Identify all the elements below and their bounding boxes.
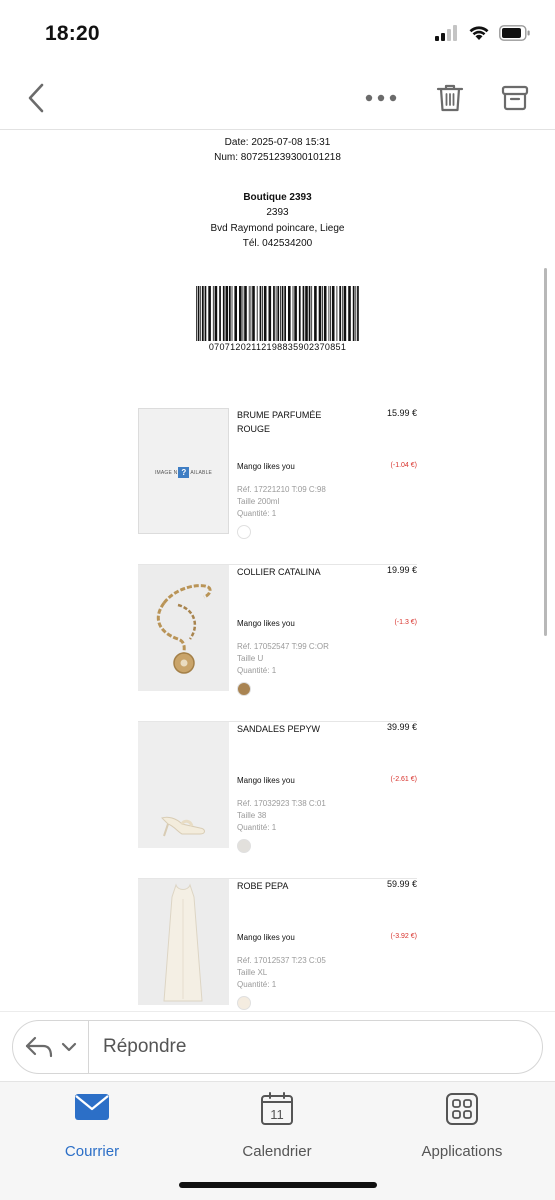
placeholder-text: IMAGE N <box>154 469 178 476</box>
item-name: ROBE PEPA <box>237 881 289 891</box>
tab-applications[interactable]: Applications <box>392 1092 532 1162</box>
status-time: 18:20 <box>45 22 100 45</box>
color-swatch <box>237 996 251 1010</box>
item-price: 39.99 € <box>386 722 417 732</box>
reply-icon <box>25 1036 52 1058</box>
item-size: Taille U <box>237 654 264 663</box>
store-address: Bvd Raymond poincare, Liege <box>210 223 345 234</box>
item-price: 15.99 € <box>386 408 417 418</box>
mail-icon <box>75 1094 109 1120</box>
color-swatch <box>237 682 251 696</box>
order-item: SANDALES PEPYW 39.99 € Mango likes you (… <box>138 722 417 879</box>
placeholder-text: AILABLE <box>190 469 213 476</box>
delete-button[interactable] <box>430 66 470 130</box>
apps-icon <box>446 1093 478 1125</box>
product-image-sandals <box>138 722 229 848</box>
archive-button[interactable] <box>495 66 535 130</box>
chevron-left-icon <box>28 83 44 113</box>
necklace-image <box>138 565 229 691</box>
question-icon: ? <box>178 467 190 478</box>
product-image-necklace <box>138 565 229 691</box>
dress-image <box>138 879 229 1005</box>
tab-label: Courrier <box>64 1143 120 1160</box>
barcode-number: 07071202112198835902370851 <box>208 342 347 352</box>
order-item: ROBE PEPA 59.99 € Mango likes you (-3.92… <box>138 879 417 1011</box>
item-promo: Mango likes you <box>237 462 295 471</box>
item-name: BRUME PARFUMÉE ROUGE <box>237 410 322 434</box>
item-discount: (-1.3 €) <box>394 619 417 626</box>
image-not-available: IMAGE N? AILABLE <box>138 408 229 534</box>
store-name: Boutique 2393 <box>243 192 312 203</box>
more-icon <box>365 94 397 102</box>
more-button[interactable] <box>360 66 402 130</box>
item-price: 19.99 € <box>386 565 417 575</box>
battery-icon <box>499 25 530 41</box>
item-discount: (-2.61 €) <box>390 776 417 783</box>
item-promo: Mango likes you <box>237 776 295 785</box>
status-icons <box>435 25 531 41</box>
back-button[interactable] <box>16 66 56 130</box>
color-swatch <box>237 525 251 539</box>
status-bar: 18:20 <box>0 0 555 66</box>
item-name: SANDALES PEPYW <box>237 724 321 734</box>
scrollbar[interactable] <box>544 268 547 636</box>
reply-field[interactable]: Répondre <box>12 1020 543 1074</box>
wifi-icon <box>469 26 489 40</box>
store-phone: Tél. 042534200 <box>242 238 313 249</box>
tab-calendar[interactable]: 11 Calendrier <box>207 1092 347 1162</box>
item-ref: Réf. 17012537 T:23 C:05 <box>237 956 326 965</box>
order-item: COLLIER CATALINA 19.99 € Mango likes you… <box>138 565 417 722</box>
tab-label: Applications <box>421 1143 503 1160</box>
item-quantity: Quantité: 1 <box>237 666 277 675</box>
product-image-dress <box>138 879 229 1005</box>
item-quantity: Quantité: 1 <box>237 509 277 518</box>
barcode <box>196 286 359 341</box>
item-quantity: Quantité: 1 <box>237 823 277 832</box>
calendar-icon: 11 <box>261 1092 293 1125</box>
trash-icon <box>436 84 464 112</box>
svg-text:11: 11 <box>270 1107 284 1122</box>
item-quantity: Quantité: 1 <box>237 980 277 989</box>
item-discount: (-1.04 €) <box>390 462 417 469</box>
sandal-image <box>138 722 229 848</box>
reply-options-button[interactable] <box>13 1021 89 1073</box>
receipt-date: Date: 2025-07-08 15:31 <box>224 137 331 148</box>
item-name: COLLIER CATALINA <box>237 567 321 577</box>
item-ref: Réf. 17052547 T:99 C:OR <box>237 642 329 651</box>
tab-bar: Courrier 11 Calendrier Applications <box>0 1081 555 1200</box>
email-body[interactable]: Date: 2025-07-08 15:31 Num: 807251239300… <box>0 131 555 1011</box>
order-item: IMAGE N? AILABLE BRUME PARFUMÉE ROUGE 15.… <box>138 408 417 565</box>
item-price: 59.99 € <box>386 879 417 889</box>
item-discount: (-3.92 €) <box>390 933 417 940</box>
item-ref: Réf. 17221210 T:09 C:98 <box>237 485 326 494</box>
navbar <box>0 66 555 130</box>
item-promo: Mango likes you <box>237 933 295 942</box>
chevron-down-icon <box>61 1042 76 1052</box>
item-size: Taille XL <box>237 968 268 977</box>
item-ref: Réf. 17032923 T:38 C:01 <box>237 799 326 808</box>
reply-placeholder: Répondre <box>103 1036 187 1057</box>
color-swatch <box>237 839 251 853</box>
archive-icon <box>501 85 529 111</box>
item-size: Taille 38 <box>237 811 267 820</box>
receipt-number: Num: 807251239300101218 <box>214 152 341 163</box>
store-code: 2393 <box>266 207 289 218</box>
item-promo: Mango likes you <box>237 619 295 628</box>
tab-label: Calendrier <box>242 1143 312 1160</box>
reply-bar: Répondre <box>0 1011 555 1081</box>
item-size: Taille 200ml <box>237 497 280 506</box>
signal-icon <box>435 25 457 41</box>
home-indicator <box>179 1182 377 1188</box>
tab-mail[interactable]: Courrier <box>22 1092 162 1162</box>
